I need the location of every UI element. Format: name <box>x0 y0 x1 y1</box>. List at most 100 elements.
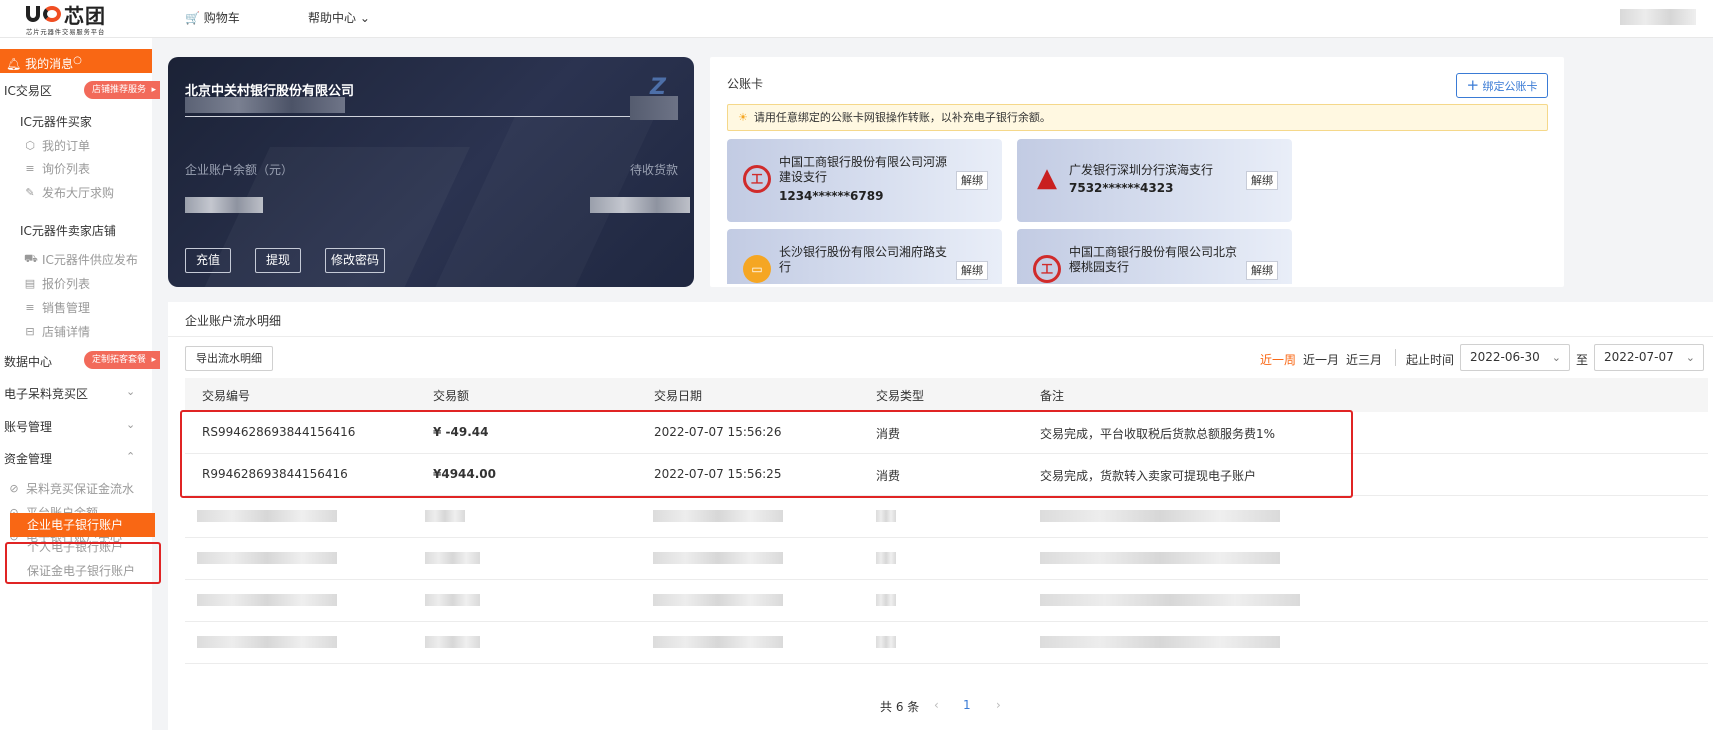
notice-text: 请用任意绑定的公账卡网银操作转账，以补充电子银行余额。 <box>753 111 1051 124</box>
bank-logo-icon: Z <box>650 75 666 100</box>
unbind-button[interactable]: 解绑 <box>956 261 988 280</box>
table-header: 交易编号 交易额 交易日期 交易类型 备注 <box>185 378 1708 412</box>
icbc-logo-icon: 工 <box>743 165 771 193</box>
chevron-down-icon: ⌄ <box>1551 351 1561 364</box>
bank-card-list[interactable]: 工 中国工商银行股份有限公司河源建设支行 1234******6789 解绑 ▲… <box>727 139 1548 284</box>
blurred-cell <box>425 510 465 522</box>
shop-icon: ⊟ <box>25 325 35 338</box>
bank-card: ▭ 长沙银行股份有限公司湘府路支行 解绑 <box>727 229 1002 284</box>
public-card-title: 公账卡 <box>727 77 764 91</box>
blurred-cell <box>1040 552 1280 564</box>
blurred-cell <box>197 636 337 648</box>
sidebar-group-bidding[interactable]: 电子呆料竞买区 ⌄ <box>4 385 144 402</box>
bank-card-name: 广发银行深圳分行滨海支行 <box>1069 163 1214 177</box>
logo[interactable]: 芯团 芯片元器件交易服务平台 <box>26 3 120 37</box>
blurred-cell <box>425 594 480 606</box>
table-row-blurred[interactable] <box>185 622 1708 664</box>
chevron-up-icon: ⌃ <box>126 450 136 463</box>
blurred-cell <box>1040 510 1280 522</box>
ic-zone-promo-tag[interactable]: 店铺推荐服务 <box>84 81 161 99</box>
recharge-button[interactable]: 充值 <box>185 248 232 273</box>
yen-list-icon: ≡ <box>25 301 35 314</box>
range-three-months[interactable]: 近三月 <box>1346 351 1382 368</box>
blurred-cell <box>197 594 337 606</box>
pager-prev-icon[interactable]: ‹ <box>934 698 939 712</box>
account-pending-label: 待收货款 <box>629 163 678 177</box>
edit-icon: ✎ <box>25 186 35 199</box>
withdraw-button[interactable]: 提现 <box>255 248 302 273</box>
pager-page[interactable]: 1 <box>963 698 971 712</box>
date-to-label: 至 <box>1576 353 1589 367</box>
blurred-cell <box>653 510 783 522</box>
start-date-value: 2022-06-30 <box>1470 350 1540 364</box>
blurred-cell <box>425 552 480 564</box>
table-row-blurred[interactable] <box>185 580 1708 622</box>
sidebar-item-label: 店铺详情 <box>42 325 91 339</box>
start-date-select[interactable]: 2022-06-30 ⌄ <box>1460 344 1570 371</box>
yen-list-icon: ≡ <box>25 162 35 175</box>
range-month[interactable]: 近一月 <box>1303 351 1339 368</box>
transaction-panel: 企业账户流水明细 导出流水明细 近一周 近一月 近三月 起止时间 2022-06… <box>168 302 1713 730</box>
sidebar-group-funds-label: 资金管理 <box>4 452 53 466</box>
blurred-cell <box>1040 636 1280 648</box>
sidebar-group-data-center[interactable]: 数据中心 <box>4 353 52 370</box>
blurred-cell <box>876 594 896 606</box>
nav-cart-label: 购物车 <box>203 11 240 25</box>
account-divider <box>185 116 645 117</box>
blurred-cell <box>653 552 783 564</box>
sidebar-group-ic-zone-label: IC交易区 <box>4 84 52 98</box>
sidebar-group-account[interactable]: 账号管理 ⌄ <box>4 418 144 435</box>
nav-help[interactable]: 帮助中心 ⌄ <box>308 9 370 26</box>
table-row-blurred[interactable] <box>185 538 1708 580</box>
sidebar-item-publish-request[interactable]: ✎ 发布大厅求购 <box>24 184 114 201</box>
chevron-down-icon: ⌄ <box>359 11 370 25</box>
range-week[interactable]: 近一周 <box>1260 351 1296 368</box>
nav-cart[interactable]: 🛒 购物车 <box>185 9 240 26</box>
divider <box>1395 349 1396 366</box>
sidebar-item-sales-mgmt[interactable]: ≡ 销售管理 <box>24 299 90 316</box>
document-icon: ▤ <box>24 277 36 290</box>
unbind-button[interactable]: 解绑 <box>1246 261 1278 280</box>
sidebar-item-label: 销售管理 <box>42 301 91 315</box>
sidebar-item-shop-details[interactable]: ⊟ 店铺详情 <box>24 323 90 340</box>
sidebar-group-funds[interactable]: 资金管理 ⌃ <box>4 450 144 467</box>
sidebar: 🔔︎ 我的消息○ IC交易区 店铺推荐服务 IC元器件买家 ⬡ 我的订单 ≡ 询价列… <box>0 38 161 730</box>
sidebar-item-messages[interactable]: 🔔︎ 我的消息○ <box>0 49 152 73</box>
sidebar-item-supply-publish[interactable]: ⛟ IC元器件供应发布 <box>24 251 138 268</box>
export-button[interactable]: 导出流水明细 <box>185 346 273 371</box>
table-row-blurred[interactable] <box>185 496 1708 538</box>
unbind-button[interactable]: 解绑 <box>956 171 988 190</box>
check-circle-icon: ⊘ <box>9 482 19 495</box>
divider <box>168 336 1713 337</box>
blurred-cell <box>876 636 896 648</box>
highlight-box-rows <box>180 410 1353 498</box>
column-header: 交易额 <box>433 389 470 403</box>
plus-icon: + <box>1466 76 1480 94</box>
icbc-logo-icon: 工 <box>1033 255 1061 283</box>
sidebar-item-quote-list[interactable]: ▤ 报价列表 <box>24 275 90 292</box>
data-center-promo-tag[interactable]: 定制拓客套餐 <box>84 351 161 369</box>
sidebar-item-label: 呆料竞买保证金流水 <box>26 482 135 496</box>
sidebar-messages-label: 我的消息 <box>25 57 74 71</box>
end-date-select[interactable]: 2022-07-07 ⌄ <box>1594 344 1704 371</box>
blurred-cell <box>653 636 783 648</box>
chevron-down-icon: ⌄ <box>126 418 136 431</box>
bind-public-card-button[interactable]: + 绑定公账卡 <box>1456 73 1548 98</box>
user-info-blurred[interactable] <box>1620 9 1696 25</box>
bank-of-changsha-logo-icon: ▭ <box>743 255 771 283</box>
sidebar-item-my-orders[interactable]: ⬡ 我的订单 <box>24 137 90 154</box>
sidebar-item-deposit-flow[interactable]: ⊘ 呆料竞买保证金流水 <box>8 480 134 497</box>
sidebar-item-label: IC元器件供应发布 <box>42 253 138 267</box>
unread-dot-icon: ○ <box>73 55 82 66</box>
logo-text: 芯团 <box>64 3 106 28</box>
blurred-cell <box>876 552 896 564</box>
sidebar-item-corporate-bank-account[interactable]: 企业电子银行账户 <box>10 513 155 537</box>
sidebar-group-ic-zone[interactable]: IC交易区 <box>4 82 52 99</box>
change-password-button[interactable]: 修改密码 <box>325 248 386 273</box>
unbind-button[interactable]: 解绑 <box>1246 171 1278 190</box>
pager-next-icon[interactable]: › <box>996 698 1001 712</box>
sidebar-item-inquiry-list[interactable]: ≡ 询价列表 <box>24 160 90 177</box>
sidebar-item-label: 我的订单 <box>42 139 91 153</box>
account-card: 北京中关村银行股份有限公司 Z 企业账户余额（元） 待收货款 充值 提现 修改密… <box>168 57 694 287</box>
highlight-box-sidebar <box>5 542 161 584</box>
